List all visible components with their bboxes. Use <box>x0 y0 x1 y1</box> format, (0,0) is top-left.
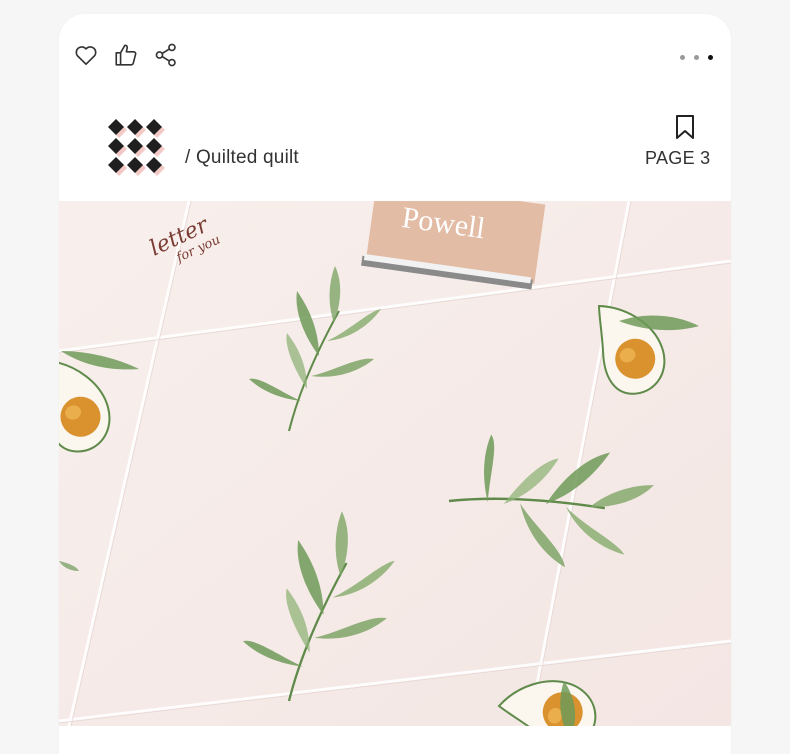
card-toolbar <box>59 14 731 94</box>
pagination-dot[interactable] <box>694 55 699 60</box>
pagination-dots <box>680 55 713 60</box>
product-card: / Quilted quilt PAGE 3 Powell letter for… <box>59 14 731 754</box>
brand-logo <box>104 115 166 177</box>
pagination-dot-active[interactable] <box>708 55 713 60</box>
share-icon[interactable] <box>153 42 179 68</box>
product-photo: Powell letter for you <box>59 201 731 726</box>
bookmark-icon[interactable] <box>674 114 696 140</box>
thumbs-up-icon[interactable] <box>113 42 139 68</box>
page-number-label: PAGE 3 <box>645 148 711 168</box>
product-subtitle: / Quilted quilt <box>185 147 299 168</box>
heart-icon[interactable] <box>73 42 99 68</box>
card-header: / Quilted quilt PAGE 3 <box>59 102 731 202</box>
pagination-dot[interactable] <box>680 55 685 60</box>
